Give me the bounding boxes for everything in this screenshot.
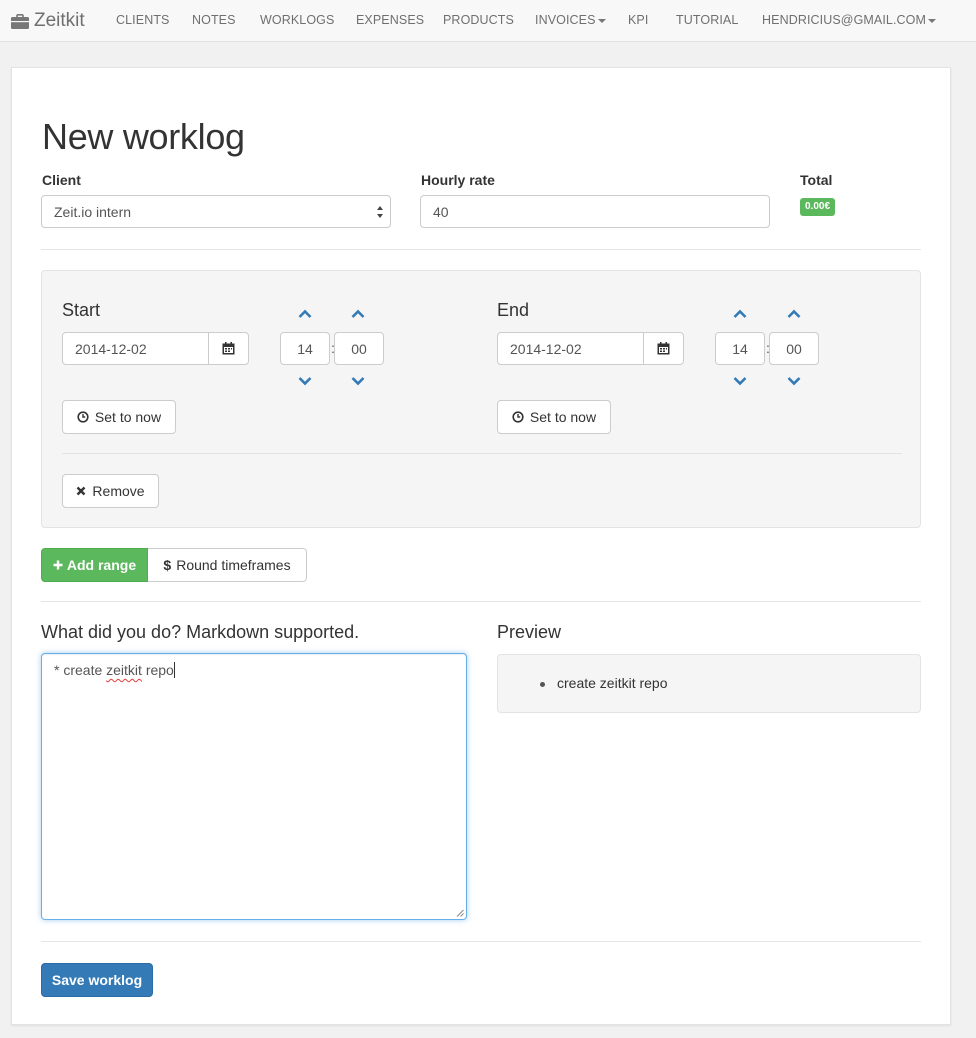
start-label: Start [62,300,101,320]
client-label: Client [42,172,81,188]
start-minute-input[interactable]: 00 [334,332,384,365]
calendar-icon[interactable] [208,333,248,364]
nav-expenses[interactable]: EXPENSES [356,13,424,27]
caret-down-icon [597,18,606,23]
description-textarea[interactable]: * create zeitkit repo [41,653,467,920]
brand-link[interactable]: Zeitkit [11,9,85,33]
chevron-down-icon[interactable] [298,376,312,386]
nav-invoices[interactable]: INVOICES [535,13,606,27]
divider [41,941,921,942]
preview-panel: create zeitkit repo [497,654,921,713]
total-badge: 0.00€ [800,198,836,216]
nav-user-menu[interactable]: HENDRICIUS@GMAIL.COM [762,13,937,27]
brand-label: Zeitkit [34,10,85,31]
remove-range-button[interactable]: Remove [62,474,159,508]
add-range-label: Add range [66,557,137,573]
chevron-up-icon[interactable] [787,309,801,319]
divider [41,249,921,250]
description-label: What did you do? Markdown supported. [41,622,360,642]
end-label: End [497,300,530,320]
chevron-down-icon[interactable] [351,376,365,386]
round-timeframes-label: Round timeframes [176,557,291,573]
nav-invoices-label: INVOICES [535,13,596,27]
hourly-rate-label: Hourly rate [421,172,495,188]
hourly-rate-input[interactable]: 40 [420,195,770,228]
preview-label: Preview [497,622,562,642]
worklog-panel: New worklog Client Zeit.io intern Hourly… [11,67,951,1025]
start-date-input[interactable]: 2014-12-02 [62,332,249,365]
nav-tutorial[interactable]: TUTORIAL [676,13,738,27]
add-range-button[interactable]: Add range [41,548,148,582]
description-text-suffix: repo [141,662,174,678]
client-select[interactable]: Zeit.io intern [41,195,391,228]
end-set-now-button[interactable]: Set to now [497,400,611,434]
start-set-now-button[interactable]: Set to now [62,400,176,434]
end-minute-input[interactable]: 00 [769,332,819,365]
chevron-down-icon[interactable] [787,376,801,386]
start-hour-input[interactable]: 14 [280,332,330,365]
chevron-up-icon[interactable] [298,309,312,319]
select-arrows-icon [377,206,383,218]
nav-notes[interactable]: NOTES [192,13,236,27]
end-date-input[interactable]: 2014-12-02 [497,332,684,365]
clock-icon [77,411,89,423]
nav-user-label: HENDRICIUS@GMAIL.COM [762,13,927,27]
nav-clients[interactable]: CLIENTS [116,13,170,27]
misspelled-word: zeitkit [106,662,142,678]
preview-list-item: create zeitkit repo [557,675,668,691]
dollar-icon: $ [163,557,172,573]
plus-icon [53,560,63,570]
remove-range-label: Remove [92,483,145,499]
divider [41,601,921,602]
end-set-now-label: Set to now [529,409,597,425]
hourly-rate-value: 40 [433,203,449,220]
divider [62,453,902,454]
chevron-down-icon[interactable] [733,376,747,386]
clock-icon [512,411,524,423]
nav-kpi[interactable]: KPI [628,13,648,27]
save-worklog-button[interactable]: Save worklog [41,963,153,997]
total-label: Total [800,172,833,188]
resize-handle-icon[interactable] [456,909,464,917]
client-select-value: Zeit.io intern [54,203,132,220]
remove-icon [77,486,86,496]
round-timeframes-button[interactable]: $ Round timeframes [148,548,307,582]
start-date-value: 2014-12-02 [75,340,147,357]
text-cursor [173,662,175,678]
list-bullet [540,682,545,687]
start-set-now-label: Set to now [94,409,162,425]
caret-down-icon [928,18,937,23]
page-title: New worklog [42,116,245,157]
description-text-prefix: * create [54,662,107,678]
time-range-well: Start 2014-12-02 14 : 00 Set to now End … [41,270,921,528]
end-hour-input[interactable]: 14 [715,332,765,365]
briefcase-icon [11,13,29,29]
nav-worklogs[interactable]: WORKLOGS [260,13,334,27]
chevron-up-icon[interactable] [733,309,747,319]
chevron-up-icon[interactable] [351,309,365,319]
end-date-value: 2014-12-02 [510,340,582,357]
calendar-icon[interactable] [643,333,683,364]
navbar: Zeitkit CLIENTS NOTES WORKLOGS EXPENSES … [0,0,976,42]
nav-products[interactable]: PRODUCTS [443,13,514,27]
